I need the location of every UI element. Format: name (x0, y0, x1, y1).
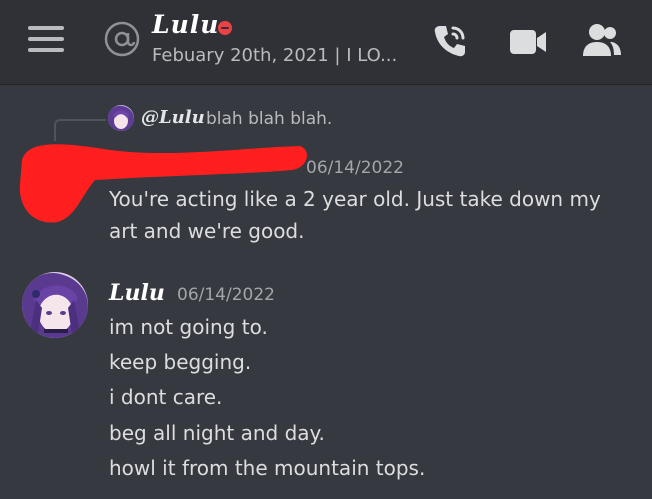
message-text-line: beg all night and day. (109, 421, 325, 445)
message-text-line: howl it from the mountain tops. (109, 456, 426, 480)
author-avatar[interactable] (22, 272, 88, 338)
avatar-image (22, 272, 88, 338)
message-text-line: im not going to. (109, 315, 268, 339)
message-timestamp: 06/14/2022 (306, 158, 404, 178)
message-text-line: i dont care. (109, 385, 223, 409)
message-text-line: You're acting like a 2 year old. Just ta… (109, 187, 601, 211)
message-text-line: art and we're good. (109, 219, 305, 243)
redaction-scribble (19, 144, 307, 223)
message-author[interactable]: Lulu (109, 280, 165, 306)
message-text-line: keep begging. (109, 350, 252, 374)
message-timestamp: 06/14/2022 (177, 285, 275, 305)
